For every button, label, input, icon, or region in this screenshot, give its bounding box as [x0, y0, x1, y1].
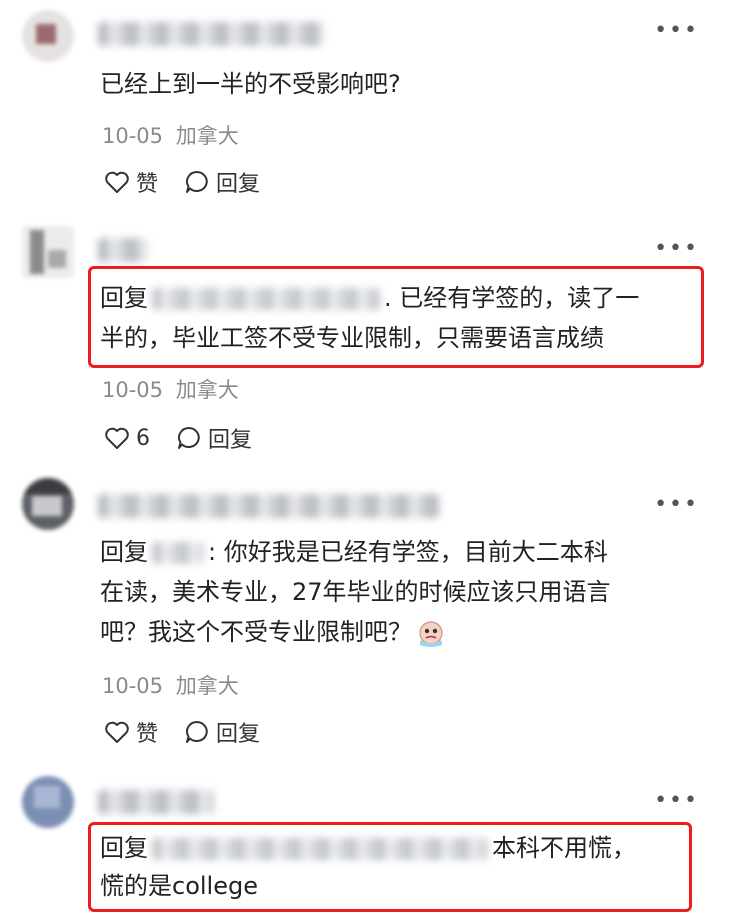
comment-text-line1: . 已经有学签的，读了一 — [384, 284, 640, 312]
reply-prefix: 回复 — [100, 834, 148, 862]
avatar[interactable] — [22, 226, 74, 278]
username-redacted[interactable] — [98, 22, 324, 46]
like-button[interactable]: 赞 — [104, 716, 158, 748]
like-count: 6 — [136, 425, 150, 451]
reply-label: 回复 — [208, 428, 253, 453]
mentioned-user-redacted[interactable] — [152, 542, 204, 564]
comment-text-line2: 半的，毕业工签不受专业限制，只需要语言成绩 — [100, 324, 604, 352]
avatar[interactable] — [22, 10, 74, 62]
reply-button[interactable]: 回复 — [176, 422, 252, 454]
comment-text-line3-content: 吧？我这个不受专业限制吧？ — [100, 618, 412, 646]
mentioned-user-redacted[interactable] — [152, 288, 380, 310]
comment-text-line2: 慌的是college — [100, 872, 258, 900]
comment-meta: 10-05 加拿大 — [102, 670, 239, 700]
username-redacted[interactable] — [98, 494, 440, 518]
avatar[interactable] — [22, 478, 74, 530]
comment-location: 加拿大 — [175, 124, 239, 148]
comment-meta: 10-05 加拿大 — [102, 374, 239, 404]
comment-bubble-icon — [178, 427, 200, 449]
comment-text-line1: 本科不用慌， — [492, 834, 636, 862]
mentioned-user-redacted[interactable] — [152, 838, 488, 860]
like-label: 赞 — [136, 722, 159, 747]
comment-bubble-icon — [186, 171, 208, 193]
reply-button[interactable]: 回复 — [184, 166, 260, 198]
comment-actions: 6 回复 — [104, 422, 278, 454]
reply-prefix: 回复 — [100, 538, 148, 566]
like-button[interactable]: 6 — [104, 426, 150, 451]
more-icon[interactable]: ••• — [654, 790, 699, 812]
comment-meta: 10-05 加拿大 — [102, 120, 239, 150]
comment-actions: 赞 回复 — [104, 166, 286, 198]
avatar[interactable] — [22, 776, 74, 828]
comment-bubble-icon — [186, 721, 208, 743]
more-icon[interactable]: ••• — [654, 20, 699, 42]
reply-label: 回复 — [216, 722, 261, 747]
heart-icon — [105, 427, 129, 449]
heart-icon — [105, 171, 129, 193]
comment-text: 回复 : 你好我是已经有学签，目前大二本科 — [100, 532, 700, 572]
more-icon[interactable]: ••• — [654, 238, 699, 260]
username-redacted[interactable] — [98, 790, 214, 814]
comment-date: 10-05 — [102, 674, 164, 698]
reply-prefix: 回复 — [100, 284, 148, 312]
heart-icon — [105, 721, 129, 743]
comment-text-line1: : 你好我是已经有学签，目前大二本科 — [208, 538, 608, 566]
comment-location: 加拿大 — [175, 674, 239, 698]
comment-text: 回复 本科不用慌， — [100, 828, 700, 868]
comment-date: 10-05 — [102, 378, 164, 402]
username-redacted[interactable] — [98, 238, 148, 262]
comment-text-line2: 在读，美术专业，27年毕业的时候应该只用语言 — [100, 578, 611, 606]
reply-label: 回复 — [216, 172, 261, 197]
comment-location: 加拿大 — [175, 378, 239, 402]
like-label: 赞 — [136, 172, 159, 197]
comment-text: 回复 . 已经有学签的，读了一 — [100, 278, 700, 318]
comment-text-line3: 吧？我这个不受专业限制吧？ — [100, 612, 700, 652]
crying-emoji-icon — [419, 621, 443, 647]
comment-actions: 赞 回复 — [104, 716, 286, 748]
reply-button[interactable]: 回复 — [184, 716, 260, 748]
comment-date: 10-05 — [102, 124, 164, 148]
more-icon[interactable]: ••• — [654, 494, 699, 516]
comment-text: 已经上到一半的不受影响吧? — [100, 70, 401, 98]
like-button[interactable]: 赞 — [104, 166, 158, 198]
